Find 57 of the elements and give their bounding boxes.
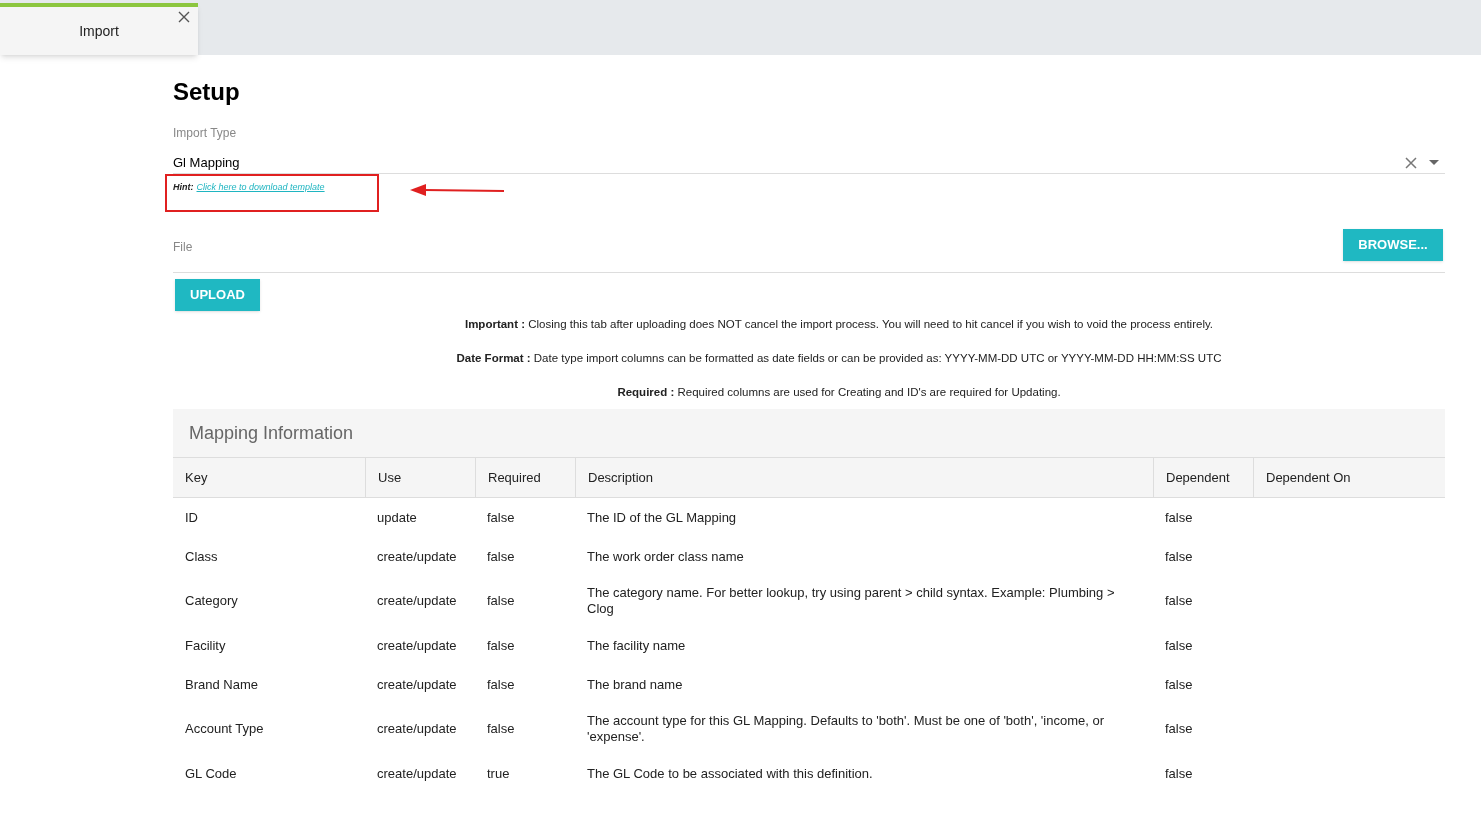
table-cell: create/update bbox=[377, 721, 457, 737]
upload-button[interactable]: UPLOAD bbox=[175, 279, 260, 311]
column-header: Key bbox=[184, 468, 209, 487]
table-cell: false bbox=[487, 637, 515, 654]
table-cell: false bbox=[487, 509, 515, 526]
table-cell: false bbox=[487, 548, 515, 565]
table-cell: The facility name bbox=[587, 637, 686, 654]
import-type-select[interactable]: Gl Mapping bbox=[173, 152, 1445, 174]
info-note: Required : Required columns are used for Creating and ID's are required for Updating. bbox=[617, 385, 1061, 399]
info-note: Important : Closing this tab after uploading does NOT cancel the import process. You will need to hit cancel if you wish to void the process entirely. bbox=[464, 317, 1214, 331]
browse-button[interactable]: BROWSE... bbox=[1343, 229, 1443, 261]
table-cell: GL Code bbox=[185, 765, 237, 782]
page-title: Setup bbox=[173, 77, 241, 107]
table-cell: create/update bbox=[377, 765, 457, 782]
table-cell: create/update bbox=[377, 676, 457, 693]
table-cell-text: The account type for this GL Mapping. Defaults to 'both'. Must be one of 'both', 'income, or 'expense'. bbox=[587, 713, 1106, 745]
table-cell: false bbox=[1165, 765, 1193, 782]
table-cell: create/update bbox=[377, 548, 457, 565]
table-cell: false bbox=[1165, 676, 1193, 693]
table-cell: Facility bbox=[185, 637, 226, 654]
table-cell: false bbox=[487, 593, 515, 609]
download-template-link[interactable]: Click here to download template bbox=[196, 181, 325, 195]
table-cell: The brand name bbox=[587, 676, 683, 693]
column-header: Use bbox=[365, 458, 475, 497]
table-cell: Brand Name bbox=[185, 676, 258, 693]
panel-title: Mapping Information bbox=[188, 421, 355, 445]
info-note: Date Format : Date type import columns can be formatted as date fields or can be provided as: YYYY-MM-DD UTC or YYYY-MM-DD HH:MM:SS UTC bbox=[456, 351, 1222, 365]
table-cell: Account Type bbox=[185, 721, 264, 737]
table-cell: ID bbox=[185, 509, 198, 526]
column-header: Dependent On bbox=[1253, 458, 1445, 497]
field-label: Import Type bbox=[173, 125, 238, 142]
table-cell: create/update bbox=[377, 637, 457, 654]
table-cell: false bbox=[487, 721, 515, 737]
table-cell: Category bbox=[185, 593, 238, 609]
table-cell: create/update bbox=[377, 593, 457, 609]
table-cell-text: The category name. For better lookup, try using parent > child syntax. Example: Plumbing > Clog bbox=[587, 585, 1116, 617]
table-cell: false bbox=[1165, 548, 1193, 565]
hint-label: Hint: bbox=[173, 181, 194, 195]
table-cell: false bbox=[1165, 509, 1193, 526]
table-cell: The ID of the GL Mapping bbox=[587, 509, 737, 526]
caret-icon[interactable] bbox=[1429, 159, 1439, 166]
column-header: Dependent bbox=[1153, 458, 1253, 497]
clear-icon[interactable] bbox=[1405, 156, 1417, 169]
table-cell: update bbox=[377, 509, 417, 526]
table-cell: false bbox=[487, 676, 515, 693]
column-header: Description bbox=[575, 458, 1153, 497]
column-header: Required bbox=[475, 458, 575, 497]
table-cell: false bbox=[1165, 721, 1193, 737]
close-icon[interactable] bbox=[178, 11, 190, 23]
table-cell: Class bbox=[185, 548, 218, 565]
table-cell: false bbox=[1165, 637, 1193, 654]
table-cell: false bbox=[1165, 593, 1193, 609]
tab[interactable]: Import bbox=[0, 3, 198, 55]
table-cell: The work order class name bbox=[587, 548, 744, 565]
table-cell: The GL Code to be associated with this definition. bbox=[587, 765, 873, 782]
field-label: File bbox=[173, 239, 194, 256]
table-cell: true bbox=[487, 765, 510, 782]
